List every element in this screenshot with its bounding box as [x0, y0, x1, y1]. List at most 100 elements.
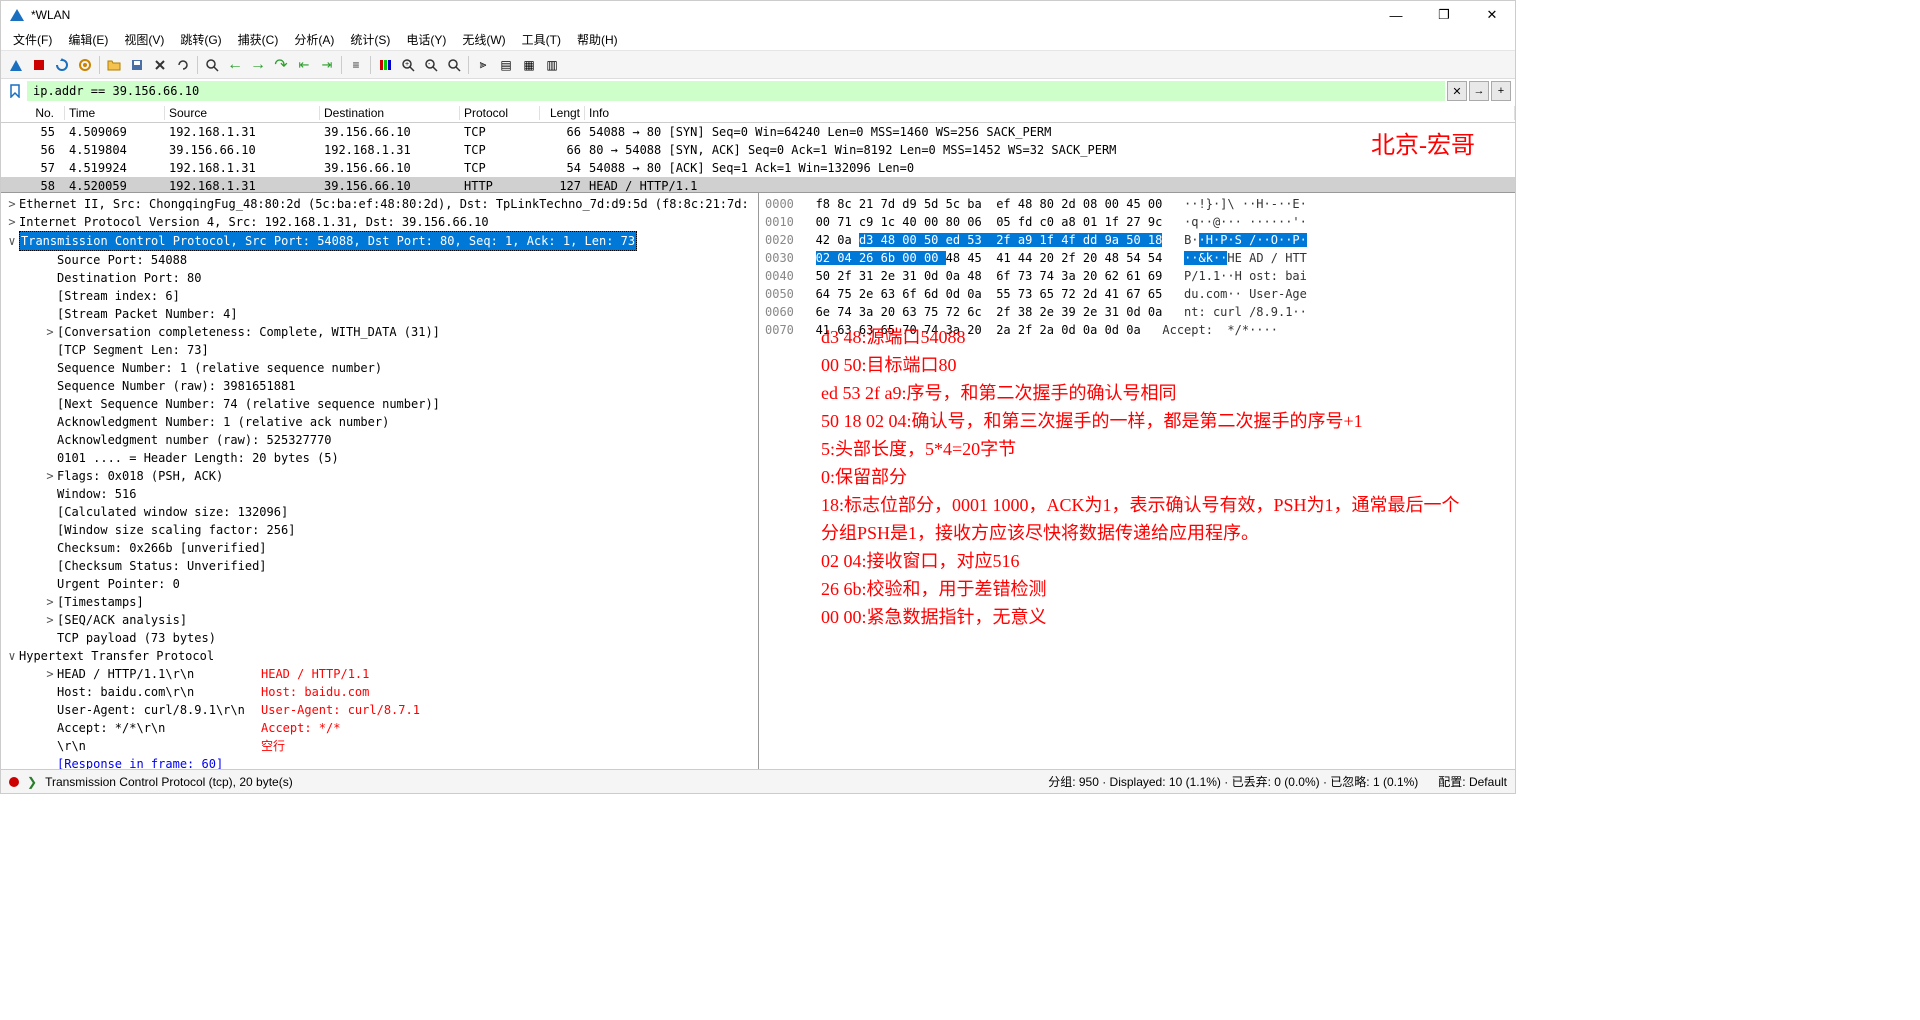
hex-row[interactable]: 0010 00 71 c9 1c 40 00 80 06 05 fd c0 a8…: [765, 213, 1509, 231]
menu-analyze[interactable]: 分析(A): [288, 29, 340, 50]
tree-row[interactable]: TCP payload (73 bytes): [1, 629, 758, 647]
auto-scroll-icon[interactable]: ≡: [345, 54, 367, 76]
expand-icon[interactable]: >: [5, 195, 19, 213]
tree-row[interactable]: [Stream Packet Number: 4]: [1, 305, 758, 323]
menu-file[interactable]: 文件(F): [7, 29, 58, 50]
expand-icon[interactable]: >: [43, 467, 57, 485]
menu-telephony[interactable]: 电话(Y): [400, 29, 452, 50]
tree-row[interactable]: >Internet Protocol Version 4, Src: 192.1…: [1, 213, 758, 231]
tree-row[interactable]: Acknowledgment number (raw): 525327770: [1, 431, 758, 449]
zoom-in-icon[interactable]: +: [397, 54, 419, 76]
tree-row[interactable]: 0101 .... = Header Length: 20 bytes (5): [1, 449, 758, 467]
tree-row[interactable]: Acknowledgment Number: 1 (relative ack n…: [1, 413, 758, 431]
close-file-icon[interactable]: [149, 54, 171, 76]
find-icon[interactable]: [201, 54, 223, 76]
expand-icon[interactable]: ∨: [5, 232, 19, 250]
minimize-button[interactable]: —: [1381, 4, 1411, 26]
col-time[interactable]: Time: [65, 106, 165, 120]
tree-row[interactable]: >Flags: 0x018 (PSH, ACK): [1, 467, 758, 485]
col-source[interactable]: Source: [165, 106, 320, 120]
tree-row[interactable]: >[Timestamps]: [1, 593, 758, 611]
go-last-icon[interactable]: ⇥: [316, 54, 338, 76]
zoom-out-icon[interactable]: -: [420, 54, 442, 76]
hex-row[interactable]: 0030 02 04 26 6b 00 00 48 45 41 44 20 2f…: [765, 249, 1509, 267]
tree-row[interactable]: [Stream index: 6]: [1, 287, 758, 305]
tree-row[interactable]: Source Port: 54088: [1, 251, 758, 269]
menu-statistics[interactable]: 统计(S): [344, 29, 396, 50]
tree-row[interactable]: Host: baidu.com\r\nHost: baidu.com: [1, 683, 758, 701]
bookmark-icon[interactable]: [5, 81, 25, 101]
tree-row[interactable]: ∨Transmission Control Protocol, Src Port…: [1, 231, 758, 251]
col-protocol[interactable]: Protocol: [460, 106, 540, 120]
tree-row[interactable]: Accept: */*\r\nAccept: */*: [1, 719, 758, 737]
col-length[interactable]: Lengt: [540, 106, 585, 120]
expand-icon[interactable]: >: [43, 665, 57, 683]
go-to-icon[interactable]: ↷: [270, 54, 292, 76]
close-button[interactable]: ✕: [1477, 4, 1507, 26]
maximize-button[interactable]: ❐: [1429, 4, 1459, 26]
packet-row[interactable]: 564.51980439.156.66.10192.168.1.31TCP668…: [1, 141, 1515, 159]
col-no[interactable]: No.: [1, 106, 65, 120]
layout-icon[interactable]: ▤: [495, 54, 517, 76]
hex-row[interactable]: 0040 50 2f 31 2e 31 0d 0a 48 6f 73 74 3a…: [765, 267, 1509, 285]
tree-row[interactable]: Window: 516: [1, 485, 758, 503]
layout3-icon[interactable]: ▥: [541, 54, 563, 76]
menu-help[interactable]: 帮助(H): [571, 29, 624, 50]
tree-row[interactable]: [Calculated window size: 132096]: [1, 503, 758, 521]
start-capture-icon[interactable]: [5, 54, 27, 76]
filter-clear-button[interactable]: ✕: [1447, 81, 1467, 101]
reload-icon[interactable]: [172, 54, 194, 76]
filter-apply-button[interactable]: →: [1469, 81, 1489, 101]
filter-add-button[interactable]: +: [1491, 81, 1511, 101]
expert-info-icon[interactable]: [9, 777, 19, 787]
zoom-reset-icon[interactable]: [443, 54, 465, 76]
tree-row[interactable]: [Checksum Status: Unverified]: [1, 557, 758, 575]
menu-tools[interactable]: 工具(T): [516, 29, 567, 50]
tree-row[interactable]: Sequence Number: 1 (relative sequence nu…: [1, 359, 758, 377]
go-back-icon[interactable]: ←: [224, 54, 246, 76]
capture-file-icon[interactable]: ❯: [27, 775, 37, 789]
menu-view[interactable]: 视图(V): [118, 29, 170, 50]
menu-edit[interactable]: 编辑(E): [62, 29, 114, 50]
menu-wireless[interactable]: 无线(W): [456, 29, 511, 50]
packet-row[interactable]: 574.519924192.168.1.3139.156.66.10TCP545…: [1, 159, 1515, 177]
hex-row[interactable]: 0000 f8 8c 21 7d d9 5d 5c ba ef 48 80 2d…: [765, 195, 1509, 213]
menu-go[interactable]: 跳转(G): [174, 29, 227, 50]
stop-capture-icon[interactable]: [28, 54, 50, 76]
expand-icon[interactable]: ∨: [5, 647, 19, 665]
expand-icon[interactable]: >: [43, 323, 57, 341]
details-pane[interactable]: >Ethernet II, Src: ChongqingFug_48:80:2d…: [1, 193, 759, 769]
tree-row[interactable]: Sequence Number (raw): 3981651881: [1, 377, 758, 395]
tree-row[interactable]: ∨Hypertext Transfer Protocol: [1, 647, 758, 665]
packet-list[interactable]: No. Time Source Destination Protocol Len…: [1, 103, 1515, 193]
restart-capture-icon[interactable]: [51, 54, 73, 76]
hex-row[interactable]: 0020 42 0a d3 48 00 50 ed 53 2f a9 1f 4f…: [765, 231, 1509, 249]
tree-row[interactable]: User-Agent: curl/8.9.1\r\nUser-Agent: cu…: [1, 701, 758, 719]
col-info[interactable]: Info: [585, 106, 1515, 120]
tree-row[interactable]: [TCP Segment Len: 73]: [1, 341, 758, 359]
layout2-icon[interactable]: ▦: [518, 54, 540, 76]
tree-row[interactable]: Urgent Pointer: 0: [1, 575, 758, 593]
tree-row[interactable]: \r\n空行: [1, 737, 758, 755]
tree-row[interactable]: >[Conversation completeness: Complete, W…: [1, 323, 758, 341]
open-file-icon[interactable]: [103, 54, 125, 76]
expand-icon[interactable]: >: [5, 213, 19, 231]
tree-row[interactable]: >Ethernet II, Src: ChongqingFug_48:80:2d…: [1, 195, 758, 213]
tree-row[interactable]: >HEAD / HTTP/1.1\r\nHEAD / HTTP/1.1: [1, 665, 758, 683]
expand-icon[interactable]: >: [43, 611, 57, 629]
packet-row[interactable]: 584.520059192.168.1.3139.156.66.10HTTP12…: [1, 177, 1515, 193]
col-destination[interactable]: Destination: [320, 106, 460, 120]
tree-row[interactable]: >[SEQ/ACK analysis]: [1, 611, 758, 629]
tree-row[interactable]: Checksum: 0x266b [unverified]: [1, 539, 758, 557]
tree-row[interactable]: Destination Port: 80: [1, 269, 758, 287]
status-profile[interactable]: 配置: Default: [1438, 773, 1507, 790]
menu-capture[interactable]: 捕获(C): [232, 29, 285, 50]
display-filter-input[interactable]: [27, 81, 1445, 101]
resize-columns-icon[interactable]: ⫸: [472, 54, 494, 76]
expand-icon[interactable]: >: [43, 593, 57, 611]
save-file-icon[interactable]: [126, 54, 148, 76]
go-forward-icon[interactable]: →: [247, 54, 269, 76]
capture-options-icon[interactable]: [74, 54, 96, 76]
packet-row[interactable]: 554.509069192.168.1.3139.156.66.10TCP665…: [1, 123, 1515, 141]
tree-row[interactable]: [Response in frame: 60]: [1, 755, 758, 769]
